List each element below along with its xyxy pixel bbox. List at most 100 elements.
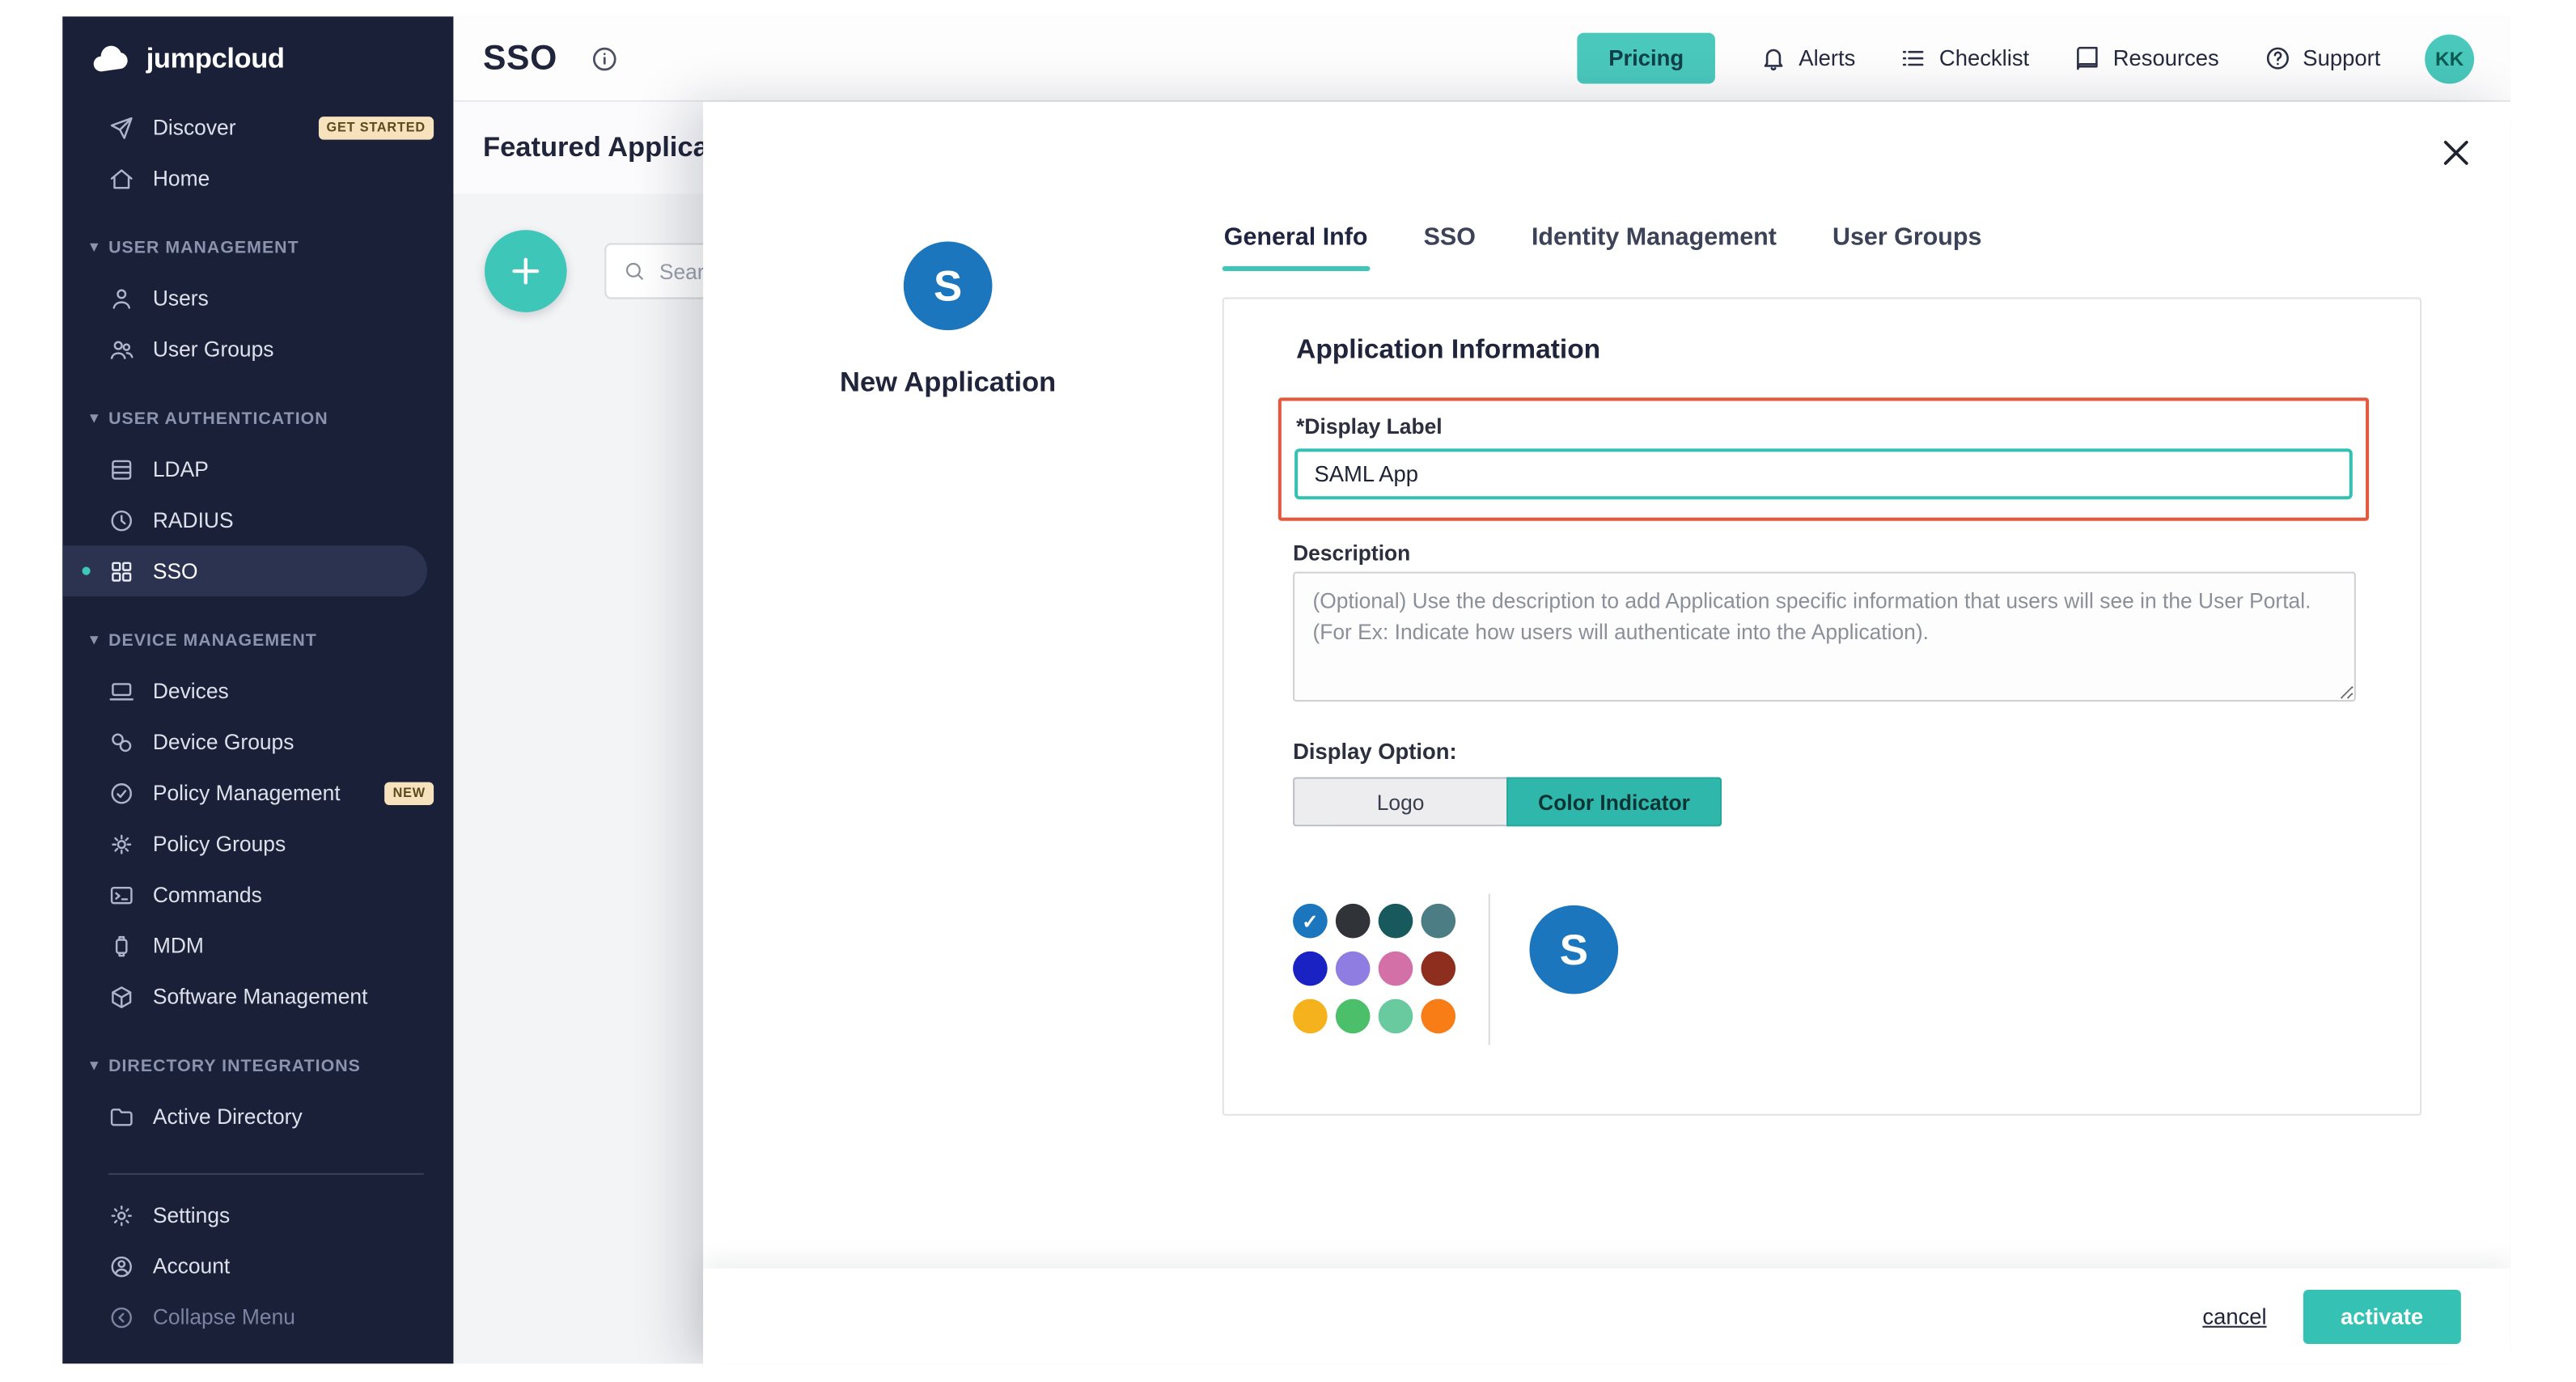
sidebar-item-label: Software Management — [153, 984, 368, 1008]
sso-icon — [108, 557, 134, 583]
sidebar-item-label: Account — [153, 1253, 230, 1278]
sidebar-item-devices[interactable]: Devices — [62, 665, 453, 716]
ldap-icon — [108, 456, 134, 481]
activate-button[interactable]: activate — [2303, 1289, 2461, 1343]
checklist-button[interactable]: Checklist — [1900, 45, 2029, 73]
display-label-input[interactable] — [1294, 448, 2353, 499]
resources-label: Resources — [2113, 46, 2219, 70]
sidebar-item-active-directory[interactable]: Active Directory — [62, 1091, 453, 1142]
sidebar-item-software-management[interactable]: Software Management — [62, 971, 453, 1022]
color-swatch[interactable] — [1293, 999, 1328, 1034]
policy-groups-icon — [108, 830, 134, 856]
sidebar-item-label: Devices — [153, 679, 229, 703]
sidebar-item-label: Users — [153, 286, 209, 310]
color-swatch[interactable] — [1379, 999, 1413, 1034]
color-indicator-option-button[interactable]: Color Indicator — [1506, 777, 1722, 826]
sidebar-item-label: SSO — [153, 558, 198, 583]
header-actions: Pricing Alerts Checklist Resources — [1578, 33, 2474, 84]
sidebar-item-device-groups[interactable]: Device Groups — [62, 716, 453, 767]
color-swatch[interactable] — [1421, 904, 1455, 939]
help-icon — [2264, 45, 2292, 73]
color-preview-icon: S — [1529, 905, 1618, 994]
software-management-icon — [108, 983, 134, 1009]
sidebar-divider — [108, 1173, 424, 1175]
sidebar-item-collapse-menu[interactable]: Collapse Menu — [62, 1291, 453, 1342]
sidebar-section-directory-integrations[interactable]: ▾DIRECTORY INTEGRATIONS — [62, 1040, 453, 1091]
sidebar-item-sso[interactable]: SSO — [62, 545, 427, 596]
sidebar-item-ldap[interactable]: LDAP — [62, 443, 453, 494]
settings-icon — [108, 1202, 134, 1227]
application-information-card: Application Information *Display Label D… — [1222, 298, 2421, 1116]
pricing-button[interactable]: Pricing — [1578, 33, 1715, 84]
collapse-icon — [108, 1304, 134, 1329]
brand-name: jumpcloud — [146, 43, 285, 76]
page-title: SSO — [483, 39, 557, 78]
color-swatch[interactable] — [1293, 952, 1328, 986]
sidebar-item-commands[interactable]: Commands — [62, 869, 453, 920]
sidebar-section-device-management[interactable]: ▾DEVICE MANAGEMENT — [62, 614, 453, 665]
sidebar-item-discover[interactable]: DiscoverGET STARTED — [62, 102, 453, 153]
sidebar-section-user-management[interactable]: ▾USER MANAGEMENT — [62, 222, 453, 273]
top-header: SSO Pricing Alerts Checklist — [453, 16, 2510, 102]
color-swatch-selected[interactable]: ✓ — [1293, 904, 1328, 939]
color-swatch[interactable] — [1379, 952, 1413, 986]
active-directory-icon — [108, 1104, 134, 1130]
bell-icon — [1760, 45, 1788, 73]
add-application-button[interactable] — [485, 230, 567, 312]
tab-sso[interactable]: SSO — [1422, 214, 1477, 271]
info-icon[interactable] — [590, 44, 620, 74]
sidebar-item-home[interactable]: Home — [62, 153, 453, 204]
color-swatch[interactable] — [1421, 952, 1455, 986]
tab-identity-management[interactable]: Identity Management — [1530, 214, 1778, 271]
support-button[interactable]: Support — [2264, 45, 2381, 73]
sidebar-item-account[interactable]: Account — [62, 1240, 453, 1291]
sidebar-section-user-authentication[interactable]: ▾USER AUTHENTICATION — [62, 392, 453, 443]
alerts-button[interactable]: Alerts — [1760, 45, 1856, 73]
color-swatch[interactable] — [1379, 904, 1413, 939]
color-swatch[interactable] — [1336, 999, 1371, 1034]
user-avatar[interactable]: KK — [2425, 34, 2474, 83]
display-option-label: Display Option: — [1293, 740, 1457, 764]
tab-general-info[interactable]: General Info — [1222, 214, 1370, 271]
display-label-group: *Display Label — [1278, 397, 2369, 520]
sidebar-item-policy-management[interactable]: Policy ManagementNEW — [62, 767, 453, 818]
card-title: Application Information — [1296, 335, 1600, 367]
user-groups-icon — [108, 336, 134, 362]
display-label-label: *Display Label — [1296, 414, 2353, 439]
radius-icon — [108, 507, 134, 532]
checklist-label: Checklist — [1939, 46, 2029, 70]
modal-tabs: General Info SSO Identity Management User G… — [1222, 214, 1984, 271]
tab-user-groups[interactable]: User Groups — [1831, 214, 1984, 271]
sidebar-item-radius[interactable]: RADIUS — [62, 494, 453, 545]
color-swatch[interactable] — [1336, 952, 1371, 986]
sidebar-item-label: Settings — [153, 1202, 230, 1227]
policy-management-icon — [108, 780, 134, 806]
resources-button[interactable]: Resources — [2074, 45, 2219, 73]
sidebar-bottom: Settings Account Collapse Menu — [62, 1173, 453, 1364]
close-button[interactable] — [2438, 135, 2474, 172]
home-icon — [108, 165, 134, 191]
sidebar-item-label: Device Groups — [153, 730, 294, 754]
support-label: Support — [2303, 46, 2380, 70]
sidebar-item-settings[interactable]: Settings — [62, 1189, 453, 1240]
color-swatch[interactable] — [1421, 999, 1455, 1034]
description-textarea[interactable] — [1293, 572, 2356, 702]
sidebar-item-mdm[interactable]: MDM — [62, 920, 453, 971]
swatch-preview-divider — [1489, 894, 1490, 1045]
close-icon — [2438, 135, 2474, 172]
logo-option-button[interactable]: Logo — [1293, 777, 1506, 826]
screen: jumpcloud DiscoverGET STARTEDHome ▾USER M… — [0, 0, 2576, 1382]
sidebar-item-label: MDM — [153, 933, 204, 957]
chevron-down-icon: ▾ — [91, 238, 99, 256]
color-swatch[interactable] — [1336, 904, 1371, 939]
brand-logo[interactable]: jumpcloud — [62, 16, 453, 102]
sidebar-item-user-groups[interactable]: User Groups — [62, 324, 453, 375]
cancel-button[interactable]: cancel — [2202, 1304, 2266, 1328]
app-name: New Application — [743, 367, 1154, 400]
sidebar-item-label: LDAP — [153, 457, 209, 481]
sidebar-item-users[interactable]: Users — [62, 273, 453, 324]
badge: GET STARTED — [318, 116, 434, 138]
sidebar-item-policy-groups[interactable]: Policy Groups — [62, 818, 453, 869]
modal-footer: cancel activate — [703, 1269, 2510, 1364]
chevron-down-icon: ▾ — [91, 631, 99, 649]
